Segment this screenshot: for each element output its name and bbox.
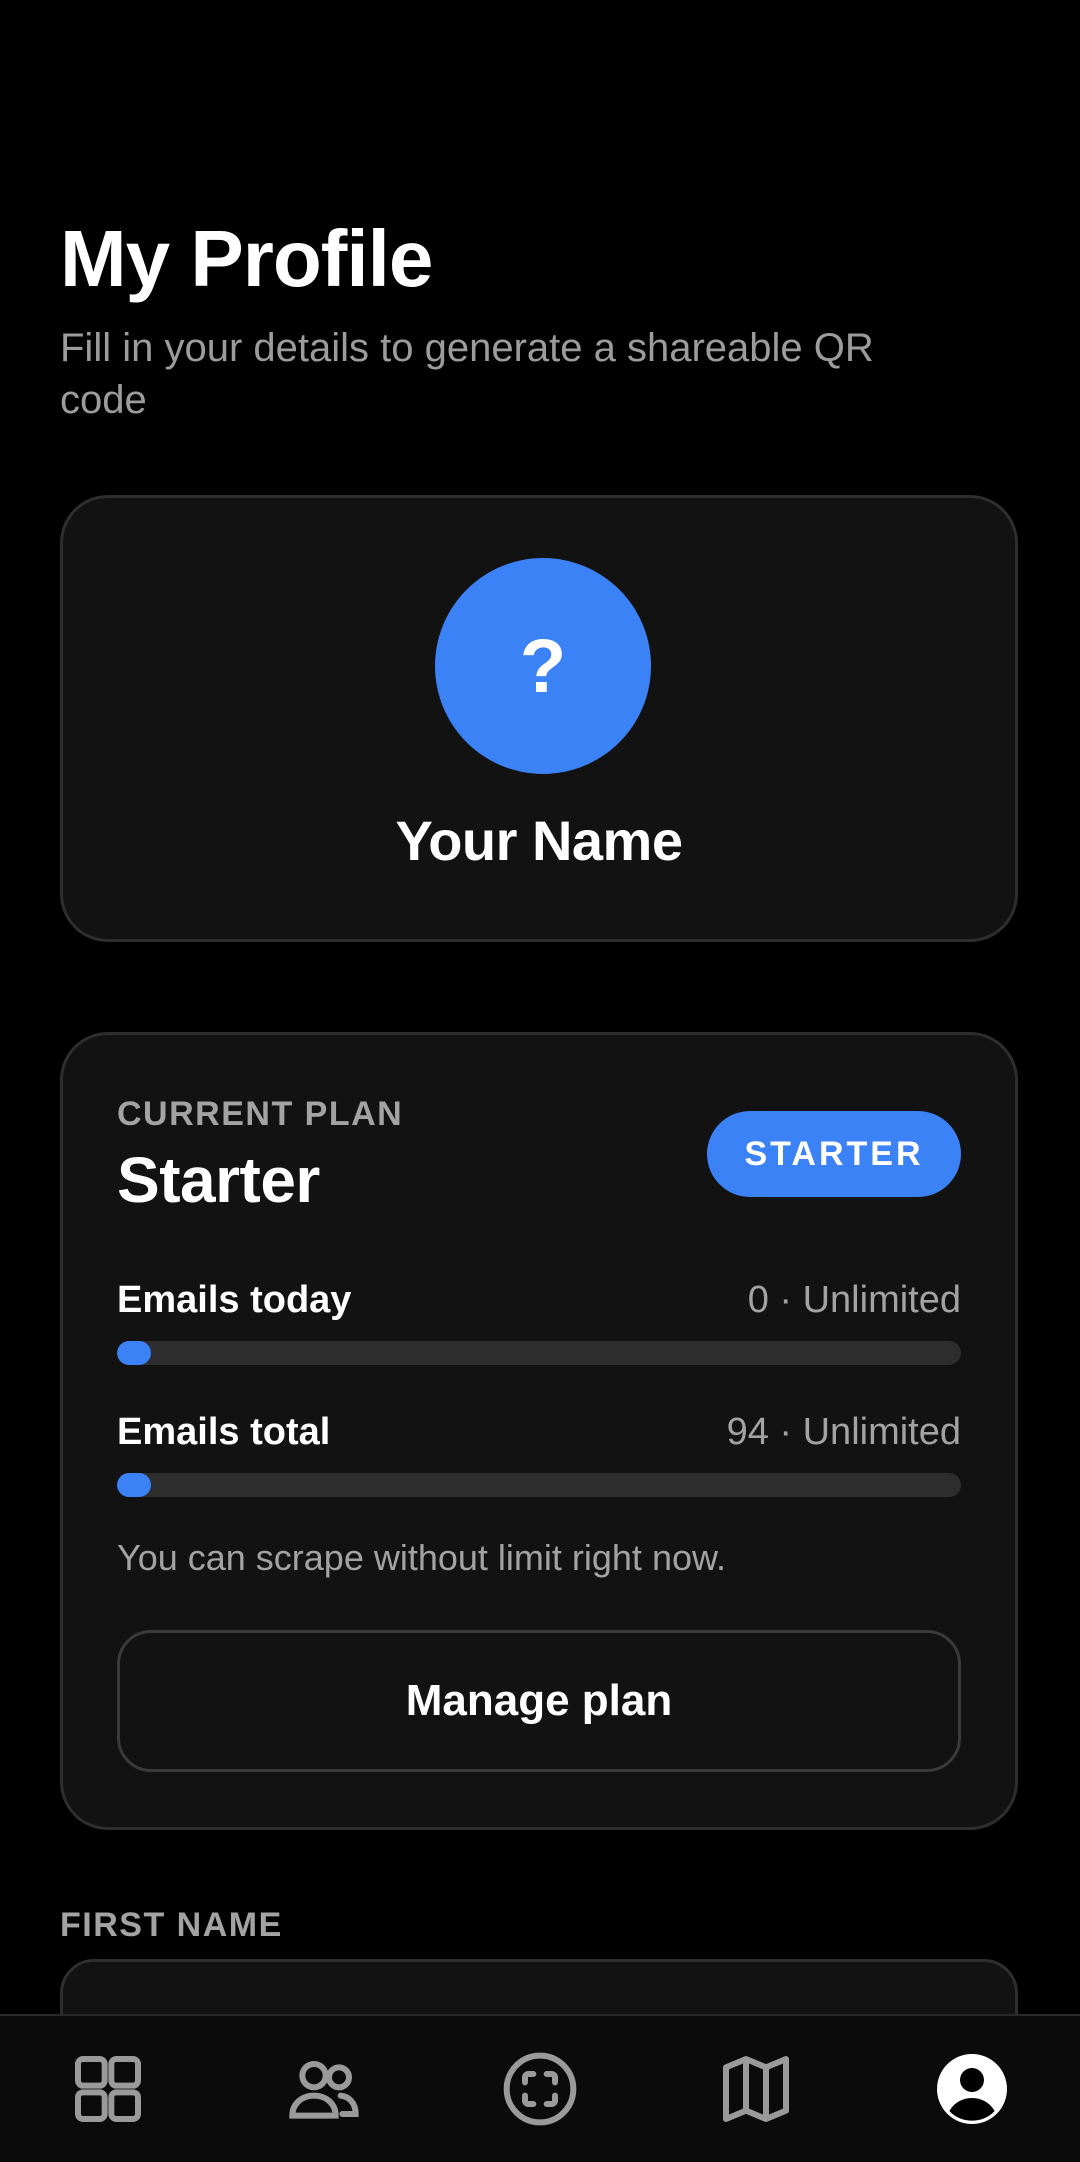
profile-name: Your Name bbox=[395, 809, 683, 872]
plan-note: You can scrape without limit right now. bbox=[117, 1537, 726, 1578]
profile-card: ? Your Name bbox=[60, 495, 1018, 942]
progress-bar-emails-today bbox=[117, 1341, 961, 1365]
avatar[interactable]: ? bbox=[435, 558, 651, 774]
usage-value-emails-today: 0 · Unlimited bbox=[747, 1279, 961, 1321]
nav-item-profile[interactable] bbox=[912, 2029, 1032, 2149]
scan-icon bbox=[503, 2052, 577, 2126]
profile-icon bbox=[937, 2054, 1007, 2124]
plan-eyebrow: CURRENT PLAN bbox=[117, 1095, 404, 1133]
progress-fill-emails-total bbox=[117, 1473, 151, 1497]
plan-badge: STARTER bbox=[707, 1111, 961, 1197]
plan-name: Starter bbox=[117, 1144, 320, 1216]
progress-fill-emails-today bbox=[117, 1341, 151, 1365]
first-name-label: FIRST NAME bbox=[60, 1906, 283, 1944]
users-icon bbox=[289, 2061, 359, 2119]
grid-icon bbox=[75, 2056, 141, 2122]
page-subtitle: Fill in your details to generate a share… bbox=[60, 326, 874, 422]
usage-value-emails-total: 94 · Unlimited bbox=[726, 1411, 961, 1453]
nav-item-dashboard[interactable] bbox=[48, 2029, 168, 2149]
map-icon bbox=[723, 2056, 789, 2122]
manage-plan-button[interactable]: Manage plan bbox=[117, 1630, 961, 1772]
plan-card: CURRENT PLAN Starter STARTER Emails toda… bbox=[60, 1032, 1018, 1830]
usage-label-emails-today: Emails today bbox=[117, 1279, 352, 1321]
bottom-navigation bbox=[0, 2014, 1080, 2162]
nav-item-scan[interactable] bbox=[480, 2029, 600, 2149]
page-title: My Profile bbox=[60, 214, 433, 303]
nav-item-contacts[interactable] bbox=[264, 2029, 384, 2149]
usage-label-emails-total: Emails total bbox=[117, 1411, 331, 1453]
progress-bar-emails-total bbox=[117, 1473, 961, 1497]
avatar-placeholder-text: ? bbox=[519, 623, 567, 709]
nav-item-map[interactable] bbox=[696, 2029, 816, 2149]
